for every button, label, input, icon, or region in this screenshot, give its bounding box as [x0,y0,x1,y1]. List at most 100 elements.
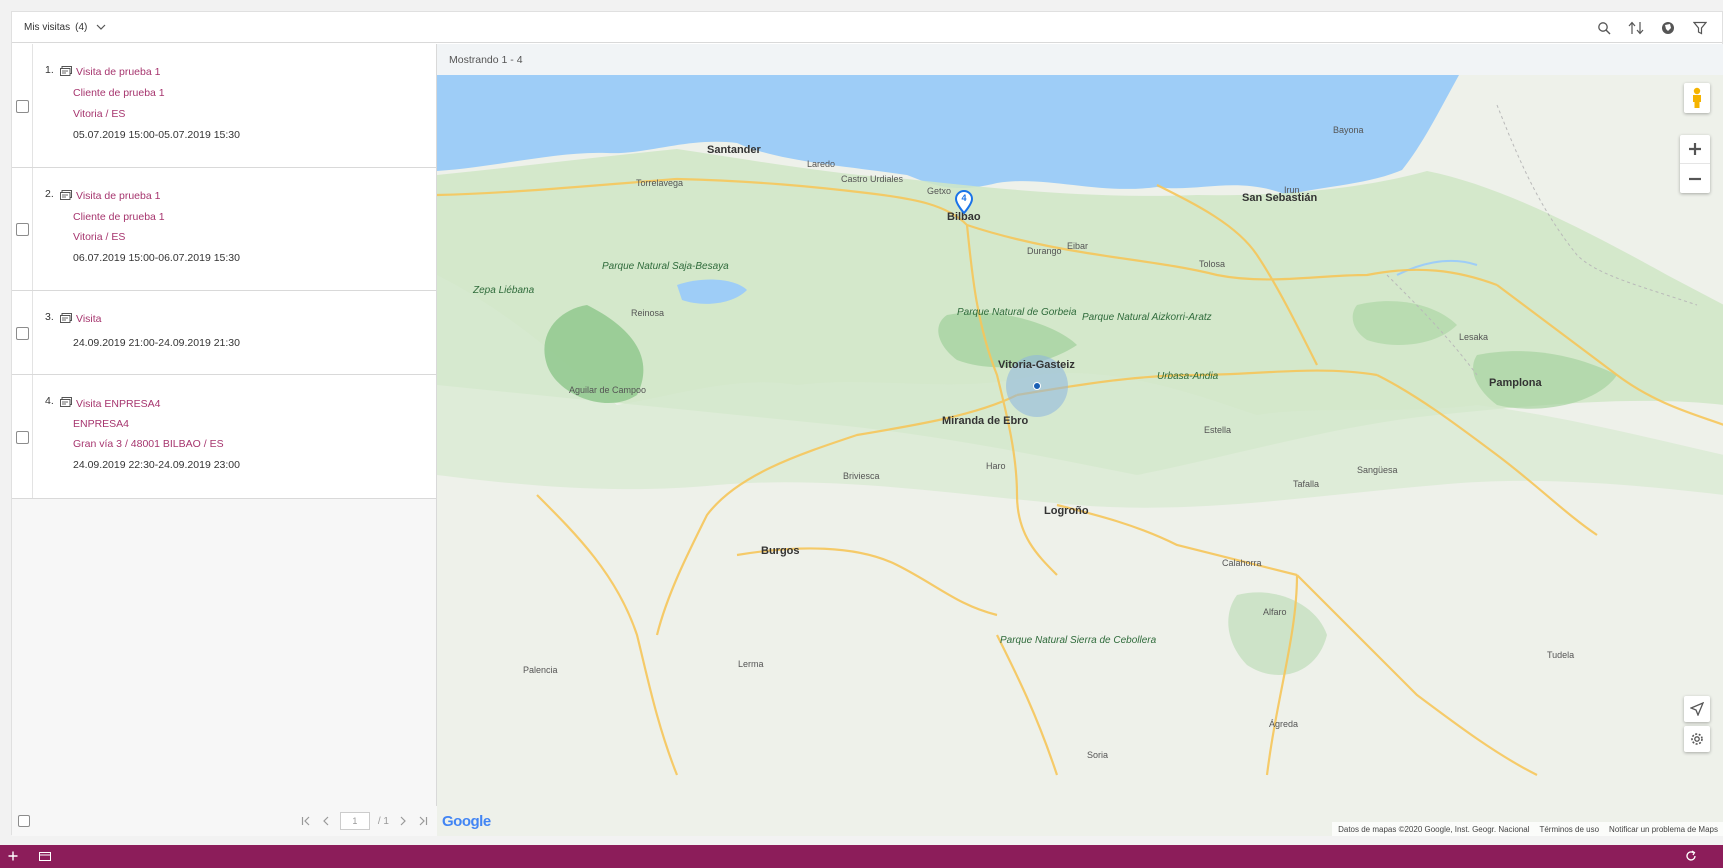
visit-location: Vitoria / ES [73,231,126,243]
map-place-label: Logroño [1044,505,1089,517]
map-place-label: Haro [986,461,1006,471]
search-icon[interactable] [1596,20,1612,36]
list-title: Mis visitas [24,21,71,33]
visits-list: 1. Visita de prueba 1 Cliente de prueba … [12,44,437,836]
page-input[interactable]: 1 [339,812,370,830]
report-problem-link[interactable]: Notificar un problema de Maps [1609,825,1718,834]
pager: 1 / 1 [300,812,429,830]
list-item[interactable]: 1. Visita de prueba 1 Cliente de prueba … [12,44,436,168]
refresh-icon[interactable] [1684,849,1698,863]
zoom-controls [1680,135,1710,193]
street-view-pegman-icon[interactable] [1684,83,1710,113]
visit-client[interactable]: Cliente de prueba 1 [73,211,165,223]
map-place-label: Reinosa [631,308,665,318]
page-total: / 1 [377,815,389,827]
item-checkbox[interactable] [16,223,29,236]
my-location-icon[interactable] [1684,696,1710,722]
app-window: Mis visitas (4) 1. Visita de prueba 1 Cl… [11,11,1723,836]
map-place-label: Sangüesa [1357,465,1398,475]
visit-location: Vitoria / ES [73,108,126,120]
map-place-label: Eibar [1067,241,1089,251]
map-place-label: Briviesca [843,471,880,481]
map-park-label: Parque Natural Saja-Besaya [602,261,729,272]
list-item[interactable]: 4. Visita ENPRESA4 ENPRESA4 Gran vía 3 /… [12,375,436,499]
map-place-label: Calahorra [1222,558,1262,568]
map-place-label: Bayona [1333,125,1364,135]
map-place-label: Castro Urdiales [841,174,904,184]
map-place-label: Durango [1027,246,1062,256]
checkbox-column [12,291,33,374]
map-place-label: Palencia [523,665,558,675]
visit-datetime: 06.07.2019 15:00-06.07.2019 15:30 [73,252,240,264]
visit-client[interactable]: Cliente de prueba 1 [73,87,165,99]
map-park-label: Urbasa-Andia [1157,371,1219,382]
map-place-label: Irun [1284,185,1300,195]
select-all-checkbox[interactable] [18,815,30,827]
chevron-down-icon[interactable] [95,21,107,33]
checkbox-column [12,168,33,290]
zoom-in-icon[interactable] [1680,135,1710,164]
visit-datetime: 05.07.2019 15:00-05.07.2019 15:30 [73,129,240,141]
filter-icon[interactable] [1692,20,1708,36]
add-icon[interactable] [6,849,20,863]
map-place-label: San Sebastián [1242,192,1318,204]
map[interactable]: Santander Bilbao San Sebastián Vitoria-Gast… [437,75,1723,836]
map-place-label: Soria [1087,750,1109,760]
map-place-label: Laredo [807,159,836,169]
list-item[interactable]: 3. Visita 24.09.2019 21:00-24.09.2019 21… [12,291,436,375]
next-page-icon[interactable] [397,815,409,827]
sort-icon[interactable] [1628,20,1644,36]
zoom-out-icon[interactable] [1680,164,1710,193]
item-checkbox[interactable] [16,100,29,113]
checkbox-column [12,44,33,167]
item-number: 2. [45,188,54,200]
map-settings-gear-icon[interactable] [1684,726,1710,752]
item-checkbox[interactable] [16,327,29,340]
google-logo: Google [442,813,491,830]
map-place-label: Aguilar de Campoo [569,385,647,395]
map-attribution: Datos de mapas ©2020 Google, Inst. Geogr… [1332,822,1723,836]
map-place-label: Lesaka [1459,332,1489,342]
visit-icon [60,313,72,323]
header-toolbar [1596,12,1708,43]
last-page-icon[interactable] [417,815,429,827]
map-park-label: Parque Natural Sierra de Cebollera [1000,635,1157,646]
checkbox-column [12,375,33,498]
bottom-bar [0,845,1723,868]
visit-title[interactable]: Visita de prueba 1 [76,66,160,78]
visit-title[interactable]: Visita [76,313,102,325]
map-marker[interactable]: 4 [954,190,974,215]
item-number: 3. [45,311,54,323]
item-number: 1. [45,64,54,76]
map-place-label: Alfaro [1263,607,1287,617]
visit-location: Gran vía 3 / 48001 BILBAO / ES [73,438,224,450]
current-location-dot [1033,382,1041,390]
terms-link[interactable]: Términos de uso [1539,825,1599,834]
map-data-credit: Datos de mapas ©2020 Google, Inst. Geogr… [1338,824,1530,834]
calendar-icon[interactable] [38,849,52,863]
previous-page-icon[interactable] [320,815,332,827]
first-page-icon[interactable] [300,815,312,827]
map-place-label: Tudela [1547,650,1575,660]
map-place-label: Estella [1204,425,1232,435]
visit-title[interactable]: Visita ENPRESA4 [76,398,160,410]
map-place-label: Getxo [927,186,952,196]
visit-icon [60,66,72,76]
marker-count: 4 [961,193,967,203]
map-place-label: Lerma [738,659,764,669]
list-item[interactable]: 2. Visita de prueba 1 Cliente de prueba … [12,168,436,291]
map-view-icon[interactable] [1660,20,1676,36]
map-place-label: Tolosa [1199,259,1226,269]
visit-title[interactable]: Visita de prueba 1 [76,190,160,202]
list-count: (4) [75,21,88,33]
visit-icon [60,397,72,407]
item-number: 4. [45,395,54,407]
map-place-label: Tafalla [1293,479,1320,489]
visit-client[interactable]: ENPRESA4 [73,418,129,430]
visit-icon [60,190,72,200]
item-checkbox[interactable] [16,431,29,444]
map-base [437,75,1723,836]
map-park-label: Parque Natural Aizkorri-Aratz [1082,312,1212,323]
results-count: Mostrando 1 - 4 [437,44,1723,75]
visit-datetime: 24.09.2019 22:30-24.09.2019 23:00 [73,459,240,471]
